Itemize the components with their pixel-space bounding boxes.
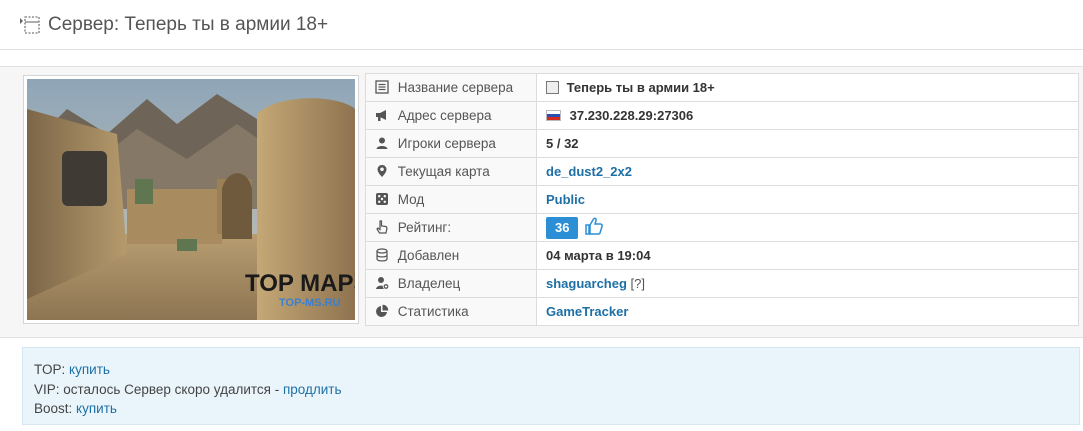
row-current-map: Текущая карта de_dust2_2x2 — [365, 157, 1079, 186]
added-label: Добавлен — [397, 248, 460, 263]
megaphone-icon — [376, 110, 386, 121]
owner-help-link[interactable]: [?] — [631, 276, 645, 291]
statistics-link[interactable]: GameTracker — [546, 304, 628, 319]
vip-label: VIP: осталось Сервер скоро удалится - — [34, 381, 280, 397]
mod-link[interactable]: Public — [546, 192, 585, 207]
owner-label: Владелец — [397, 276, 461, 291]
row-players: Игроки сервера 5 / 32 — [365, 129, 1079, 158]
server-address-label: Адрес сервера — [397, 108, 492, 123]
boost-promo-row: Boost: купить — [34, 399, 1068, 419]
players-value: 5 / 32 — [546, 136, 579, 151]
top-promo-row: TOP: купить — [34, 360, 1068, 380]
game-icon — [546, 81, 559, 94]
overlay-subtitle: TOP-MS.RU — [279, 297, 341, 309]
page-header: Сервер: Теперь ты в армии 18+ — [0, 0, 1083, 50]
hand-pointer-icon — [376, 220, 388, 234]
rating-label: Рейтинг: — [397, 220, 452, 235]
row-statistics: Статистика GameTracker — [365, 297, 1079, 326]
row-added: Добавлен 04 марта в 19:04 — [365, 241, 1079, 270]
mod-label: Мод — [397, 192, 425, 207]
statistics-label: Статистика — [397, 304, 469, 319]
vip-promo-row: VIP: осталось Сервер скоро удалится - пр… — [34, 380, 1068, 400]
boost-buy-link[interactable]: купить — [76, 401, 117, 416]
map-preview-image: TOP MAPS TOP-MS.RU — [27, 79, 355, 320]
top-label: TOP: — [34, 362, 66, 377]
row-server-address: Адрес сервера 37.230.228.29:27306 — [365, 101, 1079, 130]
server-name-value: Теперь ты в армии 18+ — [566, 80, 715, 95]
map-screenshot: TOP MAPS TOP-MS.RU — [23, 75, 359, 324]
russia-flag-icon — [546, 110, 561, 121]
server-window-icon — [20, 16, 40, 34]
server-info-table: Название сервера Теперь ты в армии 18+ А… — [365, 73, 1079, 326]
map-marker-icon — [377, 165, 387, 177]
added-value: 04 марта в 19:04 — [546, 248, 651, 263]
players-label: Игроки сервера — [397, 136, 496, 151]
user-plus-icon — [376, 277, 389, 290]
row-owner: Владелец shaguarcheg [?] — [365, 269, 1079, 298]
server-name-label: Название сервера — [397, 80, 514, 95]
server-address-value[interactable]: 37.230.228.29:27306 — [570, 108, 694, 123]
page-title: Сервер: Теперь ты в армии 18+ — [48, 14, 329, 35]
row-rating: Рейтинг: 36 — [365, 213, 1079, 242]
users-icon — [376, 137, 388, 149]
overlay-title: TOP MAPS — [245, 270, 355, 297]
list-icon — [375, 80, 389, 94]
server-info-panel: TOP MAPS TOP-MS.RU Название сервера Тепе… — [0, 66, 1083, 338]
database-icon — [376, 248, 388, 262]
thumbs-up-icon[interactable] — [584, 216, 604, 236]
rating-badge: 36 — [546, 217, 579, 239]
current-map-link[interactable]: de_dust2_2x2 — [546, 164, 632, 179]
top-buy-link[interactable]: купить — [69, 362, 110, 377]
promotion-box: TOP: купить VIP: осталось Сервер скоро у… — [22, 347, 1080, 425]
pie-chart-icon — [376, 304, 389, 317]
owner-link[interactable]: shaguarcheg — [546, 276, 627, 291]
row-mod: Мод Public — [365, 185, 1079, 214]
vip-extend-link[interactable]: продлить — [283, 382, 342, 397]
boost-label: Boost: — [34, 401, 73, 416]
current-map-label: Текущая карта — [397, 164, 490, 179]
dice-icon — [376, 193, 388, 205]
row-server-name: Название сервера Теперь ты в армии 18+ — [365, 73, 1079, 102]
